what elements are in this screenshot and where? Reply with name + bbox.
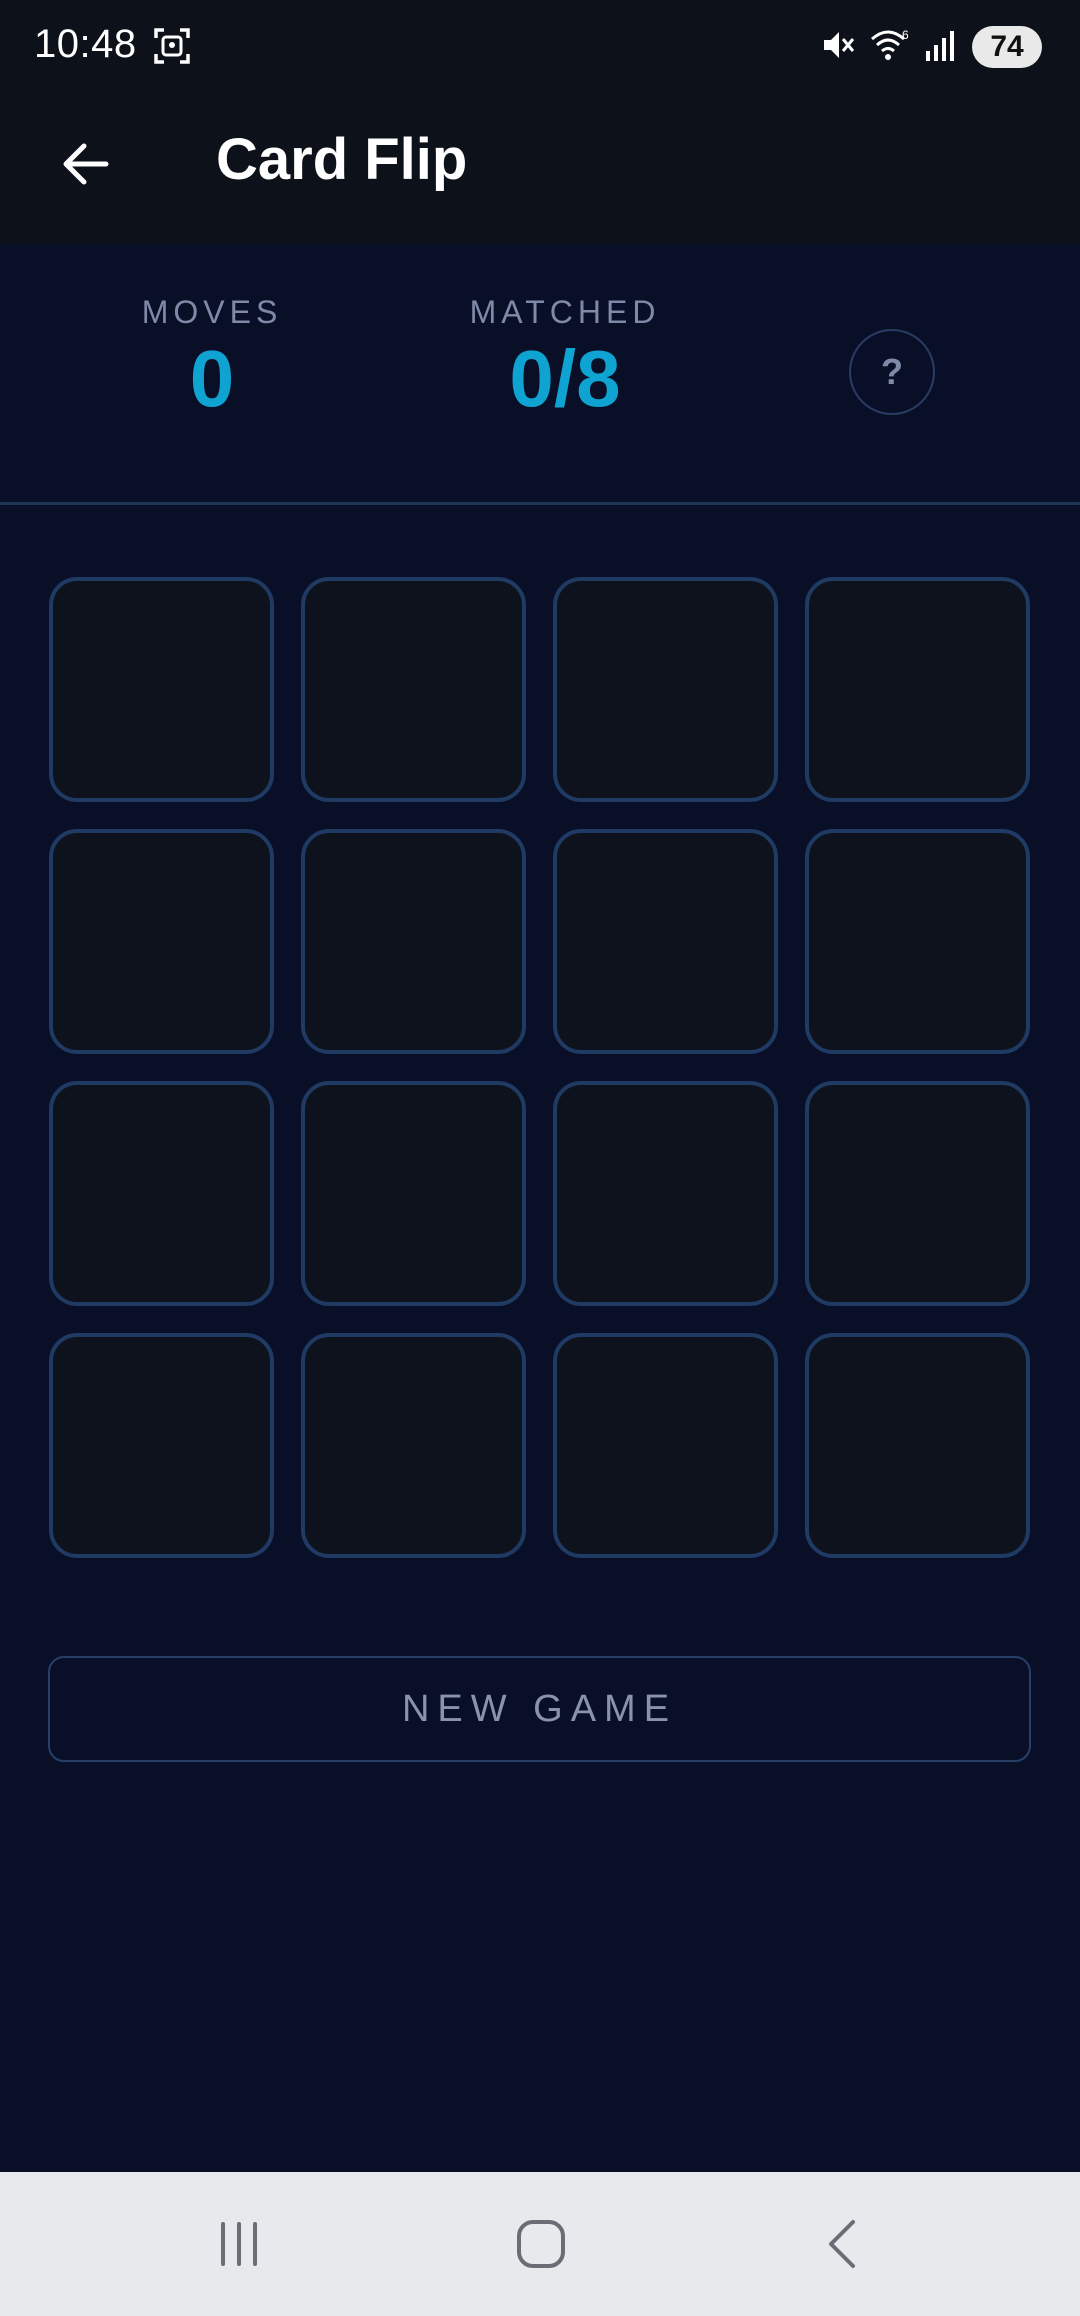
card[interactable] xyxy=(553,829,778,1054)
moves-value: 0 xyxy=(189,334,235,423)
card[interactable] xyxy=(49,829,274,1054)
app-bar: Card Flip xyxy=(0,96,1080,244)
card-grid xyxy=(49,577,1030,1558)
moves-stat: MOVES 0 xyxy=(52,294,372,419)
arrow-left-icon xyxy=(63,143,109,185)
card[interactable] xyxy=(805,829,1030,1054)
matched-label: MATCHED xyxy=(469,294,661,330)
wifi-icon: 6 xyxy=(870,27,910,68)
card[interactable] xyxy=(553,1333,778,1558)
status-bar: 10:48 6 74 xyxy=(0,0,1080,96)
card[interactable] xyxy=(553,577,778,802)
card[interactable] xyxy=(805,1333,1030,1558)
moves-label: MOVES xyxy=(141,294,283,330)
card[interactable] xyxy=(49,577,274,802)
card[interactable] xyxy=(805,577,1030,802)
system-nav-bar xyxy=(0,2172,1080,2316)
home-button[interactable] xyxy=(496,2208,586,2280)
matched-stat: MATCHED 0/8 xyxy=(405,294,725,419)
card[interactable] xyxy=(49,1333,274,1558)
new-game-button[interactable]: NEW GAME xyxy=(48,1656,1031,1762)
recent-apps-icon xyxy=(221,2222,257,2266)
back-button[interactable] xyxy=(44,122,128,206)
page-title: Card Flip xyxy=(216,127,468,192)
card[interactable] xyxy=(301,829,526,1054)
screenshot-icon xyxy=(152,26,192,71)
system-back-button[interactable] xyxy=(800,2208,890,2280)
battery-indicator: 74 xyxy=(972,26,1042,68)
recent-apps-button[interactable] xyxy=(194,2208,284,2280)
mute-icon xyxy=(820,27,856,68)
signal-icon xyxy=(924,27,958,68)
card[interactable] xyxy=(301,1081,526,1306)
card[interactable] xyxy=(49,1081,274,1306)
card[interactable] xyxy=(805,1081,1030,1306)
status-time: 10:48 xyxy=(34,22,137,66)
stats-panel: MOVES 0 MATCHED 0/8 ? xyxy=(0,244,1080,505)
card[interactable] xyxy=(553,1081,778,1306)
back-icon xyxy=(829,2220,855,2268)
home-icon xyxy=(517,2220,565,2268)
help-button[interactable]: ? xyxy=(849,329,935,415)
matched-value: 0/8 xyxy=(509,334,621,423)
card[interactable] xyxy=(301,577,526,802)
card[interactable] xyxy=(301,1333,526,1558)
svg-text:6: 6 xyxy=(902,28,909,42)
